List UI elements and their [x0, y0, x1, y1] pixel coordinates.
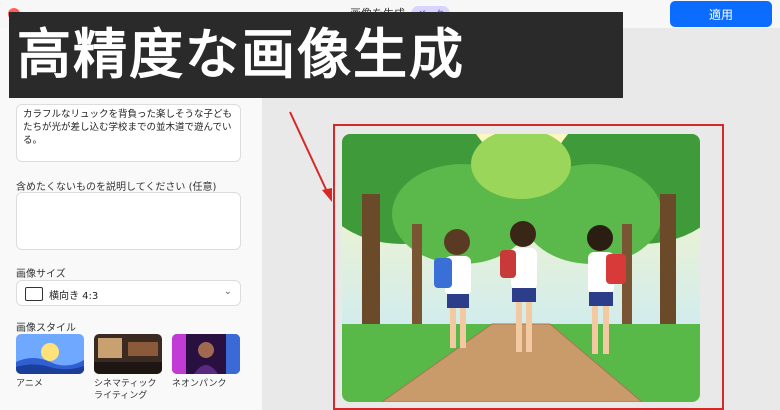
red-arrow-icon	[289, 111, 332, 202]
style-option-neonpunk[interactable]	[172, 334, 240, 374]
landscape-icon	[25, 287, 43, 301]
cinematic-thumbnail	[94, 334, 162, 374]
image-size-label: 画像サイズ	[16, 269, 66, 280]
style-label-neonpunk: ネオンパンク	[172, 379, 227, 389]
image-style-label: 画像スタイル	[16, 323, 76, 334]
image-size-value: 横向き 4:3	[49, 291, 99, 302]
anime-thumbnail	[16, 334, 84, 374]
negative-prompt-textarea[interactable]	[16, 192, 241, 250]
generated-image[interactable]	[342, 134, 700, 402]
prompt-textarea[interactable]: カラフルなリュックを背負った楽しそうな子どもたちが光が差し込む学校までの並木道で…	[16, 104, 241, 162]
negative-prompt-label: 含めたくないものを説明してください (任意)	[16, 182, 217, 193]
style-option-anime[interactable]	[16, 334, 84, 374]
title-banner: 高精度な画像生成	[9, 12, 623, 98]
neonpunk-thumbnail	[172, 334, 240, 374]
generated-image-art	[342, 134, 700, 402]
style-option-cinematic[interactable]	[94, 334, 162, 374]
style-label-cinematic: シネマティック ライティング	[94, 379, 157, 401]
image-size-select[interactable]: 横向き 4:3 ⌄	[16, 280, 241, 306]
style-label-anime: アニメ	[16, 379, 43, 389]
chevron-down-icon: ⌄	[223, 286, 232, 297]
apply-button[interactable]: 適用	[670, 1, 772, 27]
